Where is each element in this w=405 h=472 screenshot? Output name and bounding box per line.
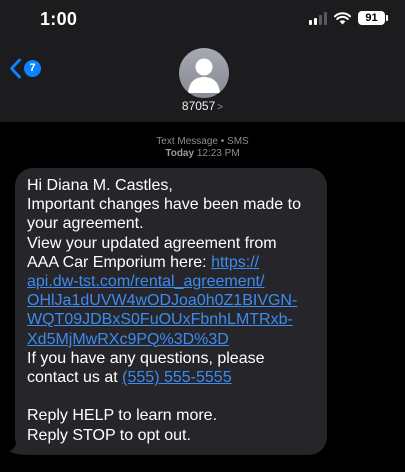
- message-line: contact us at: [27, 369, 123, 387]
- unread-count-badge: 7: [24, 60, 41, 77]
- agreement-link[interactable]: OHlJa1dUVW4wODJoa0h0Z1BIVGN-: [27, 292, 297, 309]
- message-greeting: Hi Diana M. Castles,: [27, 177, 173, 194]
- contact-avatar-icon[interactable]: [179, 48, 229, 98]
- contact-name-button[interactable]: 87057 >: [0, 99, 405, 113]
- conversation-header: 1:00 91 7 87057 >: [0, 0, 405, 122]
- message-line: Important changes have been made to: [27, 196, 301, 214]
- back-button[interactable]: 7: [9, 58, 41, 79]
- message-line: Reply HELP to learn more.: [27, 407, 218, 425]
- phone-link[interactable]: (555) 555-5555: [122, 369, 231, 386]
- status-time: 1:00: [40, 9, 78, 29]
- chevron-right-icon: >: [217, 102, 224, 113]
- message-line: View your updated agreement from: [27, 234, 277, 252]
- service-label: Text Message • SMS: [156, 136, 249, 147]
- thread-meta: Text Message • SMS Today 12:23 PM: [0, 136, 405, 160]
- status-icons: 91: [309, 11, 388, 25]
- contact-name: 87057: [181, 99, 216, 113]
- agreement-link[interactable]: WQT09JDBxS0FuOUxFbnhLMTRxb-: [27, 311, 293, 328]
- message-bubble[interactable]: Hi Diana M. Castles, Important changes h…: [9, 168, 327, 455]
- agreement-link[interactable]: https://: [211, 254, 259, 271]
- message-line: your agreement.: [27, 215, 144, 233]
- signal-icon: [309, 11, 327, 25]
- agreement-link[interactable]: Xd5MjMwRXc9PQ%3D%3D: [27, 331, 229, 348]
- message-line: AAA Car Emporium here:: [27, 253, 212, 271]
- back-chevron-icon: [10, 58, 21, 79]
- agreement-link[interactable]: api.dw-tst.com/rental_agreement/: [27, 273, 264, 290]
- message-body: Hi Diana M. Castles, Important changes h…: [15, 168, 327, 455]
- message-line: If you have any questions, please: [27, 349, 265, 367]
- battery-icon: 91: [358, 11, 388, 25]
- message-line: Reply STOP to opt out.: [27, 426, 191, 444]
- wifi-icon: [334, 11, 351, 24]
- date-label: Today: [165, 148, 195, 159]
- time-label: 12:23 PM: [196, 148, 240, 159]
